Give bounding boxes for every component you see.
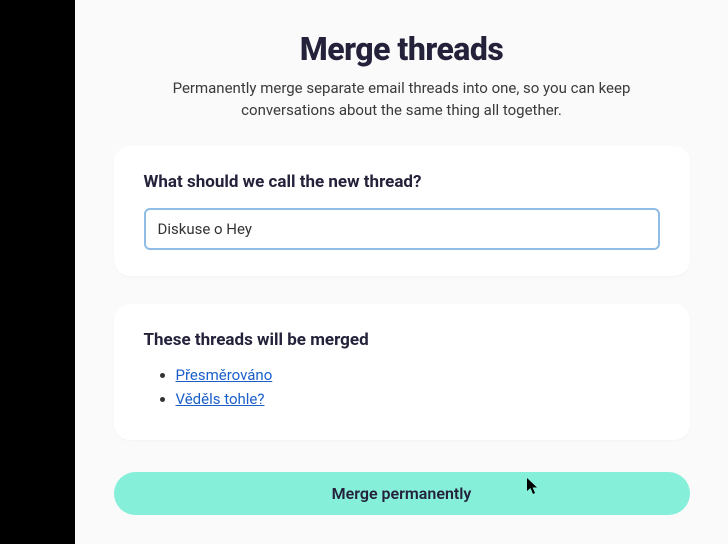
cta-wrap: Merge permanently xyxy=(114,472,690,515)
page-header: Merge threads Permanently merge separate… xyxy=(75,0,728,122)
name-thread-heading: What should we call the new thread? xyxy=(144,172,660,192)
merge-list-card: These threads will be merged Přesměrován… xyxy=(114,304,690,440)
merge-permanently-button[interactable]: Merge permanently xyxy=(114,472,690,515)
page-title: Merge threads xyxy=(135,30,668,68)
thread-name-input[interactable] xyxy=(144,208,660,250)
name-thread-card: What should we call the new thread? xyxy=(114,146,690,276)
page-subtitle: Permanently merge separate email threads… xyxy=(142,78,662,122)
thread-link[interactable]: Přesměrováno xyxy=(176,366,273,384)
merge-threads-page: Merge threads Permanently merge separate… xyxy=(75,0,728,544)
list-item: Přesměrováno xyxy=(176,366,660,384)
thread-list: Přesměrováno Věděls tohle? xyxy=(144,366,660,408)
merge-list-heading: These threads will be merged xyxy=(144,330,660,350)
thread-link[interactable]: Věděls tohle? xyxy=(176,390,265,408)
list-item: Věděls tohle? xyxy=(176,390,660,408)
